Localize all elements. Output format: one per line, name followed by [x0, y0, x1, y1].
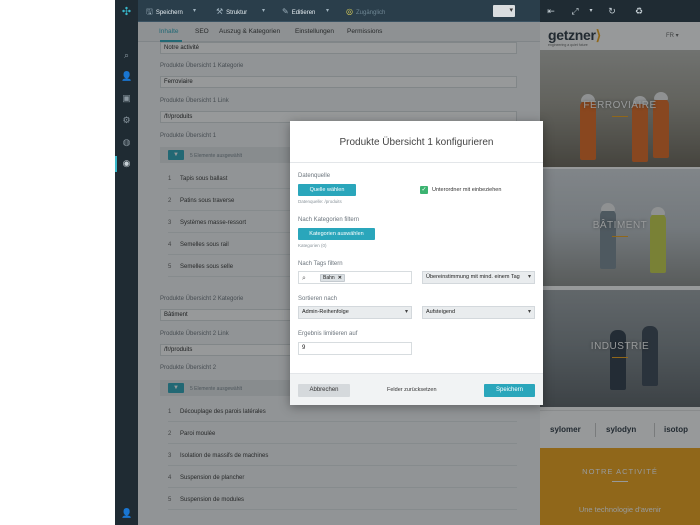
- dialog-title: Produkte Übersicht 1 konfigurieren: [339, 137, 494, 148]
- globe-icon[interactable]: ◍: [121, 137, 132, 148]
- refresh-icon[interactable]: ↻: [606, 5, 618, 17]
- quelle-waehlen-button[interactable]: Quelle wählen: [298, 184, 356, 196]
- reset-fields-button[interactable]: Felder zurücksetzen: [387, 384, 437, 397]
- configure-dialog: Produkte Übersicht 1 konfigurieren Daten…: [290, 121, 543, 405]
- dialog-footer: Abbrechen Felder zurücksetzen Speichern: [290, 373, 543, 405]
- edit-button[interactable]: ✎ Editieren: [282, 6, 315, 17]
- cancel-button[interactable]: Abbrechen: [298, 384, 350, 397]
- expand-icon[interactable]: ⤢: [569, 5, 581, 17]
- chevron-down-icon: ▾: [404, 309, 408, 315]
- search-icon[interactable]: ⌕: [121, 50, 132, 61]
- user-icon[interactable]: 👤: [121, 71, 132, 82]
- recycle-icon[interactable]: ♻: [633, 5, 645, 17]
- limit-input[interactable]: 9: [298, 342, 412, 355]
- kategorien-hint: Kategorien (0): [298, 243, 327, 248]
- save-button[interactable]: Speichern: [484, 384, 535, 397]
- chevron-down-icon: ▾: [527, 309, 531, 315]
- structure-button[interactable]: ⚒ Struktur: [216, 6, 247, 17]
- collapse-icon[interactable]: ⇤: [545, 5, 557, 17]
- cms-logo-icon[interactable]: ✣: [119, 6, 134, 18]
- tags-input[interactable]: ⌕ Bahn ✕: [298, 271, 412, 284]
- subordner-checkbox[interactable]: ✓: [420, 186, 428, 194]
- save-dropdown-icon[interactable]: ▾: [193, 6, 196, 17]
- account-icon[interactable]: 👤: [121, 508, 132, 519]
- sort-order-select[interactable]: Aufsteigend ▾: [422, 306, 535, 319]
- sort-label: Sortieren nach: [298, 296, 338, 302]
- preview-toolbar: ⇤ ⤢ ▾ ↻ ♻: [540, 0, 700, 22]
- edit-dropdown-icon[interactable]: ▾: [326, 6, 329, 17]
- kategorien-auswaehlen-button[interactable]: Kategorien auswählen: [298, 228, 375, 240]
- tags-filter-label: Nach Tags filtern: [298, 261, 343, 267]
- search-icon: ⌕: [302, 275, 306, 282]
- main-sidebar: ✣ ⌕ 👤 ▣ ⚙ ◍ ◉ 👤: [115, 0, 138, 525]
- structure-dropdown-icon[interactable]: ▾: [262, 6, 265, 17]
- structure-icon: ⚒: [216, 7, 224, 16]
- sort-field-select[interactable]: Admin-Reihenfolge ▾: [298, 306, 412, 319]
- image-icon[interactable]: ▣: [121, 93, 132, 104]
- remove-tag-icon[interactable]: ✕: [338, 275, 342, 281]
- datenquelle-label: Datenquelle: [298, 173, 331, 179]
- status-indicator: ◎ Zugänglich: [346, 7, 386, 16]
- navigation-icon[interactable]: ◉: [121, 158, 132, 169]
- save-icon: 🖫: [146, 7, 153, 16]
- limit-label: Ergebnis limitieren auf: [298, 331, 358, 337]
- active-indicator: [115, 156, 117, 172]
- settings-icon[interactable]: ⚙: [121, 115, 132, 126]
- status-dot-icon: ◎: [346, 7, 353, 16]
- tags-match-select[interactable]: Übereinstimmung mit mind. einem Tag ▾: [422, 271, 535, 284]
- editor-toolbar: 🖫 Speichern ▾ ⚒ Struktur ▾ ✎ Editieren ▾ ◎ Z…: [138, 0, 540, 22]
- chevron-down-icon: ▾: [527, 274, 531, 280]
- kategorien-filter-label: Nach Kategorien filtern: [298, 217, 360, 223]
- expand-dropdown-icon[interactable]: ▾: [585, 5, 597, 17]
- language-select[interactable]: [493, 5, 515, 17]
- tag-chip[interactable]: Bahn ✕: [320, 274, 345, 282]
- datenquelle-hint: Datenquelle: /produits: [298, 199, 342, 204]
- save-toolbar-button[interactable]: 🖫 Speichern: [146, 6, 183, 17]
- subordner-label: Unterordner mit einbeziehen: [432, 187, 502, 193]
- pencil-icon: ✎: [282, 7, 289, 16]
